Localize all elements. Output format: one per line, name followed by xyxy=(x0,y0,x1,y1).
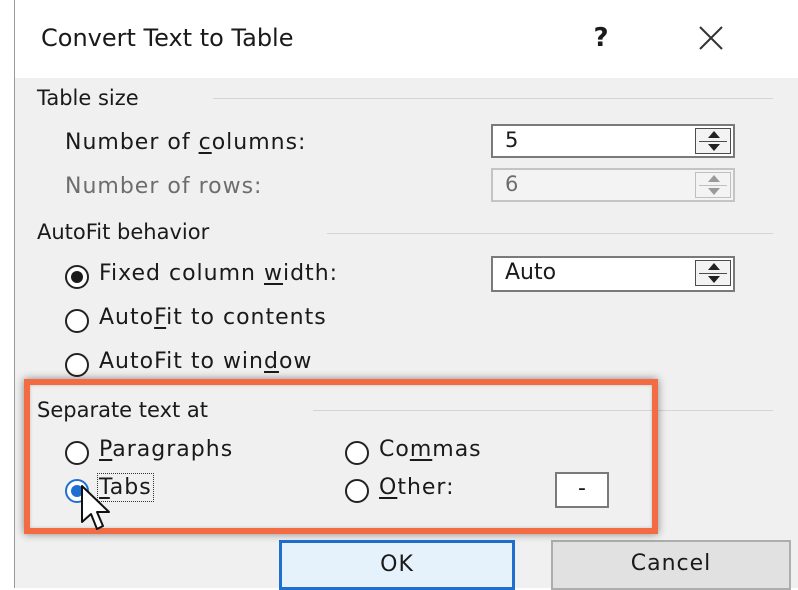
columns-spinner[interactable]: 5 xyxy=(491,124,735,158)
help-button[interactable]: ? xyxy=(581,18,621,58)
spin-up-down-icon[interactable] xyxy=(695,260,731,286)
separate-text-highlight-box xyxy=(24,379,658,534)
columns-label: Number of columns: xyxy=(65,130,307,155)
table-size-divider xyxy=(213,98,773,99)
mouse-pointer-icon xyxy=(80,484,116,538)
autofit-window-label: AutoFit to window xyxy=(99,349,313,374)
autofit-divider xyxy=(327,233,773,234)
rows-value: 6 xyxy=(505,172,519,196)
rows-spinner: 6 xyxy=(491,168,735,202)
ok-button[interactable]: OK xyxy=(279,540,515,590)
autofit-group-label: AutoFit behavior xyxy=(37,220,210,244)
title-bar: Convert Text to Table ? xyxy=(15,0,798,78)
spin-up-down-icon[interactable] xyxy=(695,128,731,154)
rows-label: Number of rows: xyxy=(65,174,263,199)
autofit-window-radio[interactable] xyxy=(65,353,89,377)
cancel-button[interactable]: Cancel xyxy=(551,540,791,590)
column-width-spinner[interactable]: Auto xyxy=(491,256,735,292)
fixed-column-width-radio[interactable] xyxy=(65,265,89,289)
columns-value: 5 xyxy=(505,128,519,152)
spin-up-down-icon xyxy=(695,172,731,198)
table-size-group-label: Table size xyxy=(37,86,139,110)
column-width-value: Auto xyxy=(505,260,557,285)
autofit-contents-label: AutoFit to contents xyxy=(99,305,327,330)
dialog-title: Convert Text to Table xyxy=(41,24,294,52)
close-icon[interactable] xyxy=(691,18,731,58)
fixed-column-width-label: Fixed column width: xyxy=(99,261,339,286)
autofit-contents-radio[interactable] xyxy=(65,309,89,333)
